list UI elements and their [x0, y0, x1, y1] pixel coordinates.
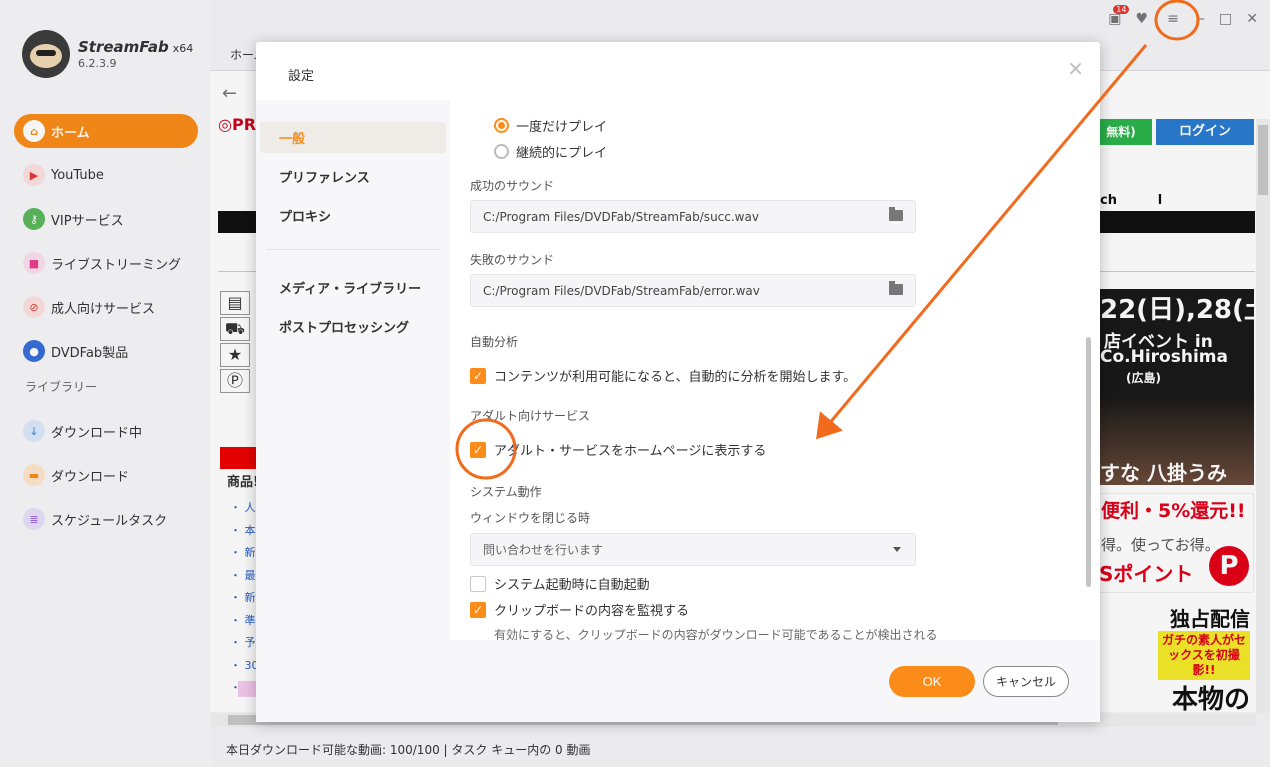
tab-proxy[interactable]: プロキシ [260, 200, 446, 231]
option-label: 一度だけプレイ [516, 120, 608, 135]
adult-services-checkbox[interactable]: ✓ アダルト・サービスをホームページに表示する [470, 440, 766, 459]
dialog-title: 設定 [288, 69, 315, 84]
window-close-select[interactable]: 問い合わせを行います [470, 533, 916, 566]
autostart-checkbox[interactable]: システム起動時に自動起動 [470, 574, 650, 593]
radio-empty-icon [494, 144, 509, 159]
auto-analysis-checkbox[interactable]: ✓ コンテンツが利用可能になると、自動的に分析を開始します。 [470, 366, 856, 385]
option-label: 継続的にプレイ [516, 146, 608, 161]
divider [266, 249, 440, 250]
settings-nav: 一般 プリファレンス プロキシ メディア・ライブラリー ポストプロセッシング [256, 100, 450, 722]
tab-general[interactable]: 一般 [260, 122, 446, 153]
auto-analysis-label: 自動分析 [470, 335, 519, 349]
dialog-close-icon[interactable]: × [1067, 58, 1084, 78]
field-value: C:/Program Files/DVDFab/StreamFab/error.… [483, 283, 760, 298]
checkmark-icon: ✓ [470, 441, 486, 458]
clipboard-checkbox[interactable]: ✓ クリップボードの内容を監視する [470, 600, 689, 619]
settings-content: 一度だけプレイ 継続的にプレイ 成功のサウンド C:/Program Files… [450, 100, 1100, 640]
option-label: クリップボードの内容を監視する [494, 604, 690, 619]
tab-post-processing[interactable]: ポストプロセッシング [260, 311, 446, 342]
cancel-button[interactable]: キャンセル [983, 666, 1069, 697]
field-value: C:/Program Files/DVDFab/StreamFab/succ.w… [483, 209, 759, 224]
system-behavior-label: システム動作 [470, 485, 542, 499]
option-label: アダルト・サービスをホームページに表示する [494, 444, 767, 459]
checkbox-empty-icon [470, 575, 486, 592]
dialog-scrollbar[interactable] [1086, 337, 1091, 587]
failure-sound-field[interactable]: C:/Program Files/DVDFab/StreamFab/error.… [470, 274, 916, 307]
chevron-down-icon [893, 547, 901, 552]
option-label: システム起動時に自動起動 [494, 578, 650, 593]
success-sound-field[interactable]: C:/Program Files/DVDFab/StreamFab/succ.w… [470, 200, 916, 233]
play-continuous-radio[interactable]: 継続的にプレイ [494, 142, 607, 161]
failure-sound-label: 失敗のサウンド [470, 253, 555, 267]
settings-dialog: 設定 × 一般 プリファレンス プロキシ メディア・ライブラリー ポストプロセッ… [256, 42, 1100, 722]
play-once-radio[interactable]: 一度だけプレイ [494, 116, 607, 135]
adult-services-label: アダルト向けサービス [470, 409, 591, 423]
checkmark-icon: ✓ [470, 367, 486, 384]
tab-preferences[interactable]: プリファレンス [260, 161, 446, 192]
folder-icon[interactable] [889, 281, 903, 295]
clipboard-hint: 有効にすると、クリップボードの内容がダウンロード可能であることが検出される [494, 628, 938, 640]
window-close-label: ウィンドウを閉じる時 [470, 511, 591, 525]
select-value: 問い合わせを行います [483, 543, 604, 557]
radio-selected-icon [494, 118, 509, 133]
ok-button[interactable]: OK [889, 666, 975, 697]
dialog-footer: OK キャンセル [450, 640, 1100, 722]
option-label: コンテンツが利用可能になると、自動的に分析を開始します。 [494, 370, 857, 385]
folder-icon[interactable] [889, 207, 903, 221]
success-sound-label: 成功のサウンド [470, 179, 555, 193]
checkmark-icon: ✓ [470, 601, 486, 618]
tab-media-library[interactable]: メディア・ライブラリー [260, 272, 446, 303]
